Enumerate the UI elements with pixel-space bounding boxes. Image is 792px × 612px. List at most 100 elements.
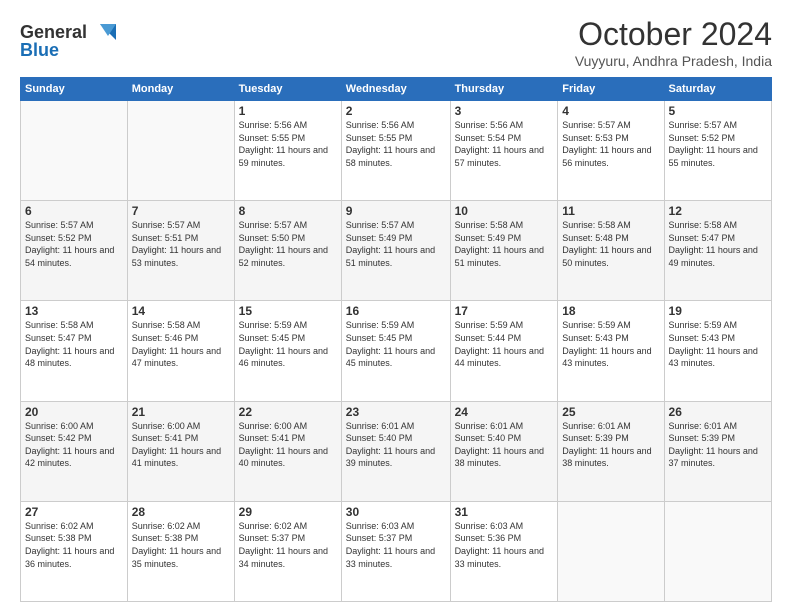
day-number: 4 bbox=[562, 104, 659, 118]
day-info: Sunrise: 5:57 AM Sunset: 5:50 PM Dayligh… bbox=[239, 219, 337, 269]
calendar-cell bbox=[21, 101, 128, 201]
day-number: 9 bbox=[346, 204, 446, 218]
day-number: 14 bbox=[132, 304, 230, 318]
day-info: Sunrise: 5:58 AM Sunset: 5:48 PM Dayligh… bbox=[562, 219, 659, 269]
column-header-wednesday: Wednesday bbox=[341, 78, 450, 101]
day-number: 22 bbox=[239, 405, 337, 419]
calendar-table: SundayMondayTuesdayWednesdayThursdayFrid… bbox=[20, 77, 772, 602]
day-number: 10 bbox=[455, 204, 554, 218]
calendar-cell: 3Sunrise: 5:56 AM Sunset: 5:54 PM Daylig… bbox=[450, 101, 558, 201]
calendar-cell: 29Sunrise: 6:02 AM Sunset: 5:37 PM Dayli… bbox=[234, 501, 341, 601]
day-number: 19 bbox=[669, 304, 767, 318]
calendar-cell: 14Sunrise: 5:58 AM Sunset: 5:46 PM Dayli… bbox=[127, 301, 234, 401]
day-number: 1 bbox=[239, 104, 337, 118]
location: Vuyyuru, Andhra Pradesh, India bbox=[575, 53, 772, 69]
calendar-cell: 6Sunrise: 5:57 AM Sunset: 5:52 PM Daylig… bbox=[21, 201, 128, 301]
day-info: Sunrise: 5:59 AM Sunset: 5:43 PM Dayligh… bbox=[669, 319, 767, 369]
day-info: Sunrise: 5:57 AM Sunset: 5:49 PM Dayligh… bbox=[346, 219, 446, 269]
calendar-cell: 17Sunrise: 5:59 AM Sunset: 5:44 PM Dayli… bbox=[450, 301, 558, 401]
day-info: Sunrise: 5:58 AM Sunset: 5:47 PM Dayligh… bbox=[25, 319, 123, 369]
column-header-saturday: Saturday bbox=[664, 78, 771, 101]
day-info: Sunrise: 6:00 AM Sunset: 5:41 PM Dayligh… bbox=[239, 420, 337, 470]
calendar-cell: 19Sunrise: 5:59 AM Sunset: 5:43 PM Dayli… bbox=[664, 301, 771, 401]
svg-text:Blue: Blue bbox=[20, 40, 59, 60]
day-info: Sunrise: 5:56 AM Sunset: 5:55 PM Dayligh… bbox=[346, 119, 446, 169]
calendar-cell bbox=[664, 501, 771, 601]
calendar-week-row: 20Sunrise: 6:00 AM Sunset: 5:42 PM Dayli… bbox=[21, 401, 772, 501]
calendar-cell: 27Sunrise: 6:02 AM Sunset: 5:38 PM Dayli… bbox=[21, 501, 128, 601]
day-info: Sunrise: 5:59 AM Sunset: 5:44 PM Dayligh… bbox=[455, 319, 554, 369]
column-header-thursday: Thursday bbox=[450, 78, 558, 101]
day-info: Sunrise: 5:57 AM Sunset: 5:51 PM Dayligh… bbox=[132, 219, 230, 269]
calendar-cell: 11Sunrise: 5:58 AM Sunset: 5:48 PM Dayli… bbox=[558, 201, 664, 301]
calendar-cell: 16Sunrise: 5:59 AM Sunset: 5:45 PM Dayli… bbox=[341, 301, 450, 401]
calendar-cell: 30Sunrise: 6:03 AM Sunset: 5:37 PM Dayli… bbox=[341, 501, 450, 601]
day-number: 3 bbox=[455, 104, 554, 118]
day-info: Sunrise: 5:57 AM Sunset: 5:53 PM Dayligh… bbox=[562, 119, 659, 169]
day-number: 23 bbox=[346, 405, 446, 419]
day-info: Sunrise: 6:01 AM Sunset: 5:40 PM Dayligh… bbox=[455, 420, 554, 470]
calendar-cell: 21Sunrise: 6:00 AM Sunset: 5:41 PM Dayli… bbox=[127, 401, 234, 501]
calendar-cell: 5Sunrise: 5:57 AM Sunset: 5:52 PM Daylig… bbox=[664, 101, 771, 201]
calendar-cell: 22Sunrise: 6:00 AM Sunset: 5:41 PM Dayli… bbox=[234, 401, 341, 501]
column-header-monday: Monday bbox=[127, 78, 234, 101]
calendar-week-row: 1Sunrise: 5:56 AM Sunset: 5:55 PM Daylig… bbox=[21, 101, 772, 201]
column-header-friday: Friday bbox=[558, 78, 664, 101]
day-info: Sunrise: 6:00 AM Sunset: 5:42 PM Dayligh… bbox=[25, 420, 123, 470]
calendar-cell: 31Sunrise: 6:03 AM Sunset: 5:36 PM Dayli… bbox=[450, 501, 558, 601]
month-title: October 2024 bbox=[575, 16, 772, 53]
title-block: October 2024 Vuyyuru, Andhra Pradesh, In… bbox=[575, 16, 772, 69]
day-number: 27 bbox=[25, 505, 123, 519]
day-number: 15 bbox=[239, 304, 337, 318]
column-header-tuesday: Tuesday bbox=[234, 78, 341, 101]
calendar-cell: 9Sunrise: 5:57 AM Sunset: 5:49 PM Daylig… bbox=[341, 201, 450, 301]
day-info: Sunrise: 5:59 AM Sunset: 5:45 PM Dayligh… bbox=[239, 319, 337, 369]
logo: General Blue bbox=[20, 16, 120, 69]
day-info: Sunrise: 5:56 AM Sunset: 5:54 PM Dayligh… bbox=[455, 119, 554, 169]
calendar-week-row: 27 Sunrise: 6:02 AM Sunset: 5:38 PM Dayli… bbox=[21, 501, 772, 601]
day-info: Sunrise: 6:01 AM Sunset: 5:40 PM Dayligh… bbox=[346, 420, 446, 470]
calendar-cell: 26Sunrise: 6:01 AM Sunset: 5:39 PM Dayli… bbox=[664, 401, 771, 501]
day-number: 21 bbox=[132, 405, 230, 419]
day-number: 5 bbox=[669, 104, 767, 118]
day-info: Sunrise: 6:01 AM Sunset: 5:39 PM Dayligh… bbox=[669, 420, 767, 470]
day-info: Sunrise: 5:57 AM Sunset: 5:52 PM Dayligh… bbox=[25, 219, 123, 269]
calendar-cell: 12Sunrise: 5:58 AM Sunset: 5:47 PM Dayli… bbox=[664, 201, 771, 301]
day-info: Sunrise: 5:58 AM Sunset: 5:49 PM Dayligh… bbox=[455, 219, 554, 269]
day-number: 17 bbox=[455, 304, 554, 318]
calendar-cell: 2Sunrise: 5:56 AM Sunset: 5:55 PM Daylig… bbox=[341, 101, 450, 201]
day-number: 29 bbox=[239, 505, 337, 519]
day-number: 11 bbox=[562, 204, 659, 218]
day-info: Sunrise: 5:59 AM Sunset: 5:43 PM Dayligh… bbox=[562, 319, 659, 369]
calendar-cell: 8Sunrise: 5:57 AM Sunset: 5:50 PM Daylig… bbox=[234, 201, 341, 301]
day-number: 26 bbox=[669, 405, 767, 419]
day-number: 12 bbox=[669, 204, 767, 218]
calendar-cell: 4Sunrise: 5:57 AM Sunset: 5:53 PM Daylig… bbox=[558, 101, 664, 201]
day-number: 6 bbox=[25, 204, 123, 218]
calendar-cell: 10Sunrise: 5:58 AM Sunset: 5:49 PM Dayli… bbox=[450, 201, 558, 301]
day-info: Sunrise: 5:58 AM Sunset: 5:46 PM Dayligh… bbox=[132, 319, 230, 369]
calendar-cell: 25Sunrise: 6:01 AM Sunset: 5:39 PM Dayli… bbox=[558, 401, 664, 501]
calendar-cell: 18Sunrise: 5:59 AM Sunset: 5:43 PM Dayli… bbox=[558, 301, 664, 401]
calendar-header-row: SundayMondayTuesdayWednesdayThursdayFrid… bbox=[21, 78, 772, 101]
day-number: 24 bbox=[455, 405, 554, 419]
calendar-cell: 1Sunrise: 5:56 AM Sunset: 5:55 PM Daylig… bbox=[234, 101, 341, 201]
calendar-cell: 7Sunrise: 5:57 AM Sunset: 5:51 PM Daylig… bbox=[127, 201, 234, 301]
day-info: Sunrise: 5:57 AM Sunset: 5:52 PM Dayligh… bbox=[669, 119, 767, 169]
calendar-cell: 28Sunrise: 6:02 AM Sunset: 5:38 PM Dayli… bbox=[127, 501, 234, 601]
calendar-week-row: 6Sunrise: 5:57 AM Sunset: 5:52 PM Daylig… bbox=[21, 201, 772, 301]
page: General Blue October 2024 Vuyyuru, Andhr… bbox=[0, 0, 792, 612]
column-header-sunday: Sunday bbox=[21, 78, 128, 101]
calendar-cell bbox=[127, 101, 234, 201]
svg-text:General: General bbox=[20, 22, 87, 42]
day-info: Sunrise: 6:02 AM Sunset: 5:38 PM Dayligh… bbox=[132, 520, 230, 570]
day-number: 7 bbox=[132, 204, 230, 218]
day-number: 16 bbox=[346, 304, 446, 318]
calendar-week-row: 13Sunrise: 5:58 AM Sunset: 5:47 PM Dayli… bbox=[21, 301, 772, 401]
day-number: 20 bbox=[25, 405, 123, 419]
day-number: 8 bbox=[239, 204, 337, 218]
day-info: Sunrise: 5:56 AM Sunset: 5:55 PM Dayligh… bbox=[239, 119, 337, 169]
calendar-cell: 13Sunrise: 5:58 AM Sunset: 5:47 PM Dayli… bbox=[21, 301, 128, 401]
day-number: 18 bbox=[562, 304, 659, 318]
calendar-cell: 24Sunrise: 6:01 AM Sunset: 5:40 PM Dayli… bbox=[450, 401, 558, 501]
